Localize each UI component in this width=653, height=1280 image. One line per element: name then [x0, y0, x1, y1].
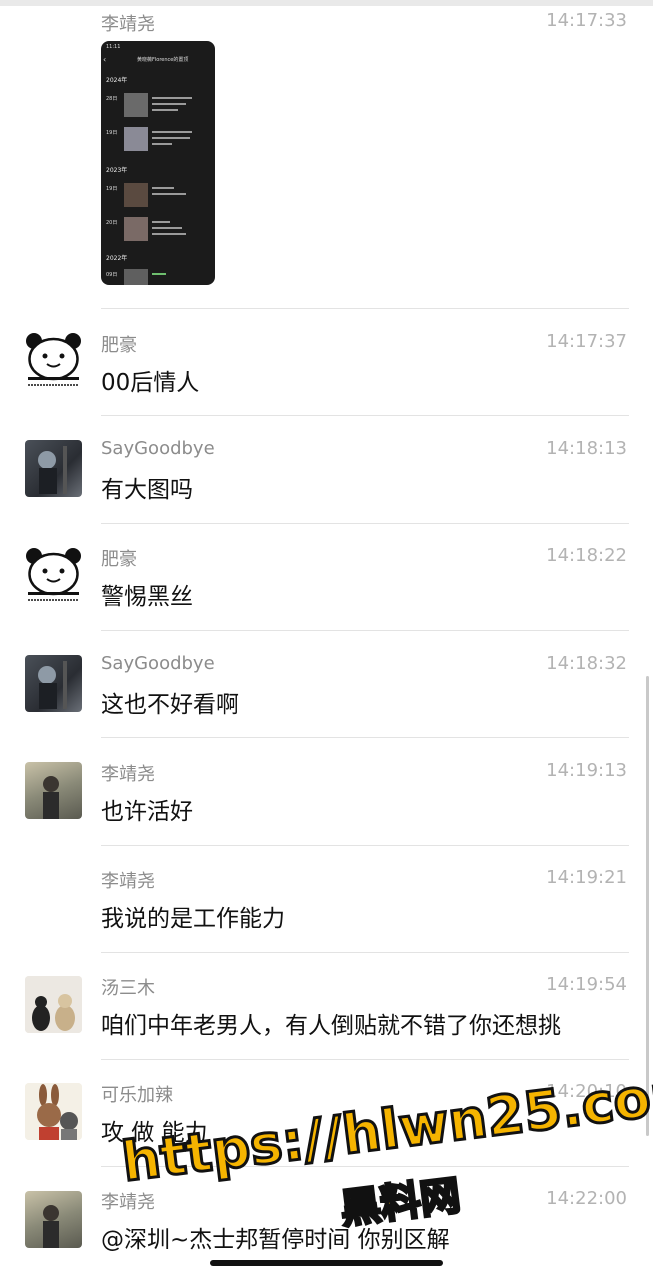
screenshot-status-time: 11:11 — [106, 44, 121, 50]
sender-name: 李靖尧 — [101, 871, 155, 892]
screenshot-entry: 28日 — [106, 93, 210, 121]
message-time: 14:18:13 — [546, 438, 627, 459]
screenshot-entry: 19日 — [106, 183, 210, 211]
message-text: 我说的是工作能力 — [101, 906, 285, 932]
screenshot-year: 2024年 — [106, 77, 128, 84]
message-item: 李靖尧 14:19:21 我说的是工作能力 — [0, 846, 653, 952]
message-item: 汤三木 14:19:54 咱们中年老男人，有人倒贴就不错了你还想挑 — [0, 953, 653, 1059]
panda-icon[interactable] — [25, 547, 82, 604]
screenshot-entry: 19日 — [106, 127, 210, 155]
cat-avatar[interactable] — [25, 976, 82, 1033]
panda-icon[interactable] — [25, 332, 82, 389]
back-arrow-icon: ‹ — [103, 55, 107, 64]
message-text: 警惕黑丝 — [101, 584, 193, 610]
sender-name: 李靖尧 — [101, 764, 155, 785]
sender-name: SayGoodbye — [101, 438, 215, 459]
home-indicator[interactable] — [210, 1260, 443, 1266]
screenshot-year: 2022年 — [106, 255, 128, 262]
message-item: 李靖尧 14:19:13 也许活好 — [0, 738, 653, 844]
message-item: 李靖尧 14:22:00 @深圳~杰士邦暂停时间 你别区解 — [0, 1167, 653, 1273]
sender-name: 汤三木 — [101, 978, 155, 999]
message-text: 00后情人 — [101, 370, 200, 396]
message-item: 肥豪 14:17:37 00后情人 — [0, 309, 653, 415]
shared-screenshot-image[interactable]: 11:11 ‹ 黄晓薇Florence的置顶 2024年 28日 19日 202… — [101, 41, 215, 285]
photo-avatar[interactable] — [25, 440, 82, 497]
screenshot-entry: 09日 — [106, 269, 210, 285]
photo-avatar[interactable] — [25, 762, 82, 819]
message-time: 14:19:21 — [546, 867, 627, 888]
message-text: 有大图吗 — [101, 477, 193, 503]
message-time: 14:18:32 — [546, 653, 627, 674]
message-text: 这也不好看啊 — [101, 692, 239, 718]
sender-name: 肥豪 — [101, 335, 137, 356]
message-time: 14:18:22 — [546, 545, 627, 566]
screenshot-entry: 20日 — [106, 217, 210, 245]
message-time: 14:17:37 — [546, 331, 627, 352]
message-time: 14:17:33 — [546, 10, 627, 31]
message-text: 也许活好 — [101, 799, 193, 825]
message-time: 14:19:54 — [546, 974, 627, 995]
message-time: 14:19:13 — [546, 760, 627, 781]
cartoon-avatar[interactable] — [25, 1083, 82, 1140]
sender-name: 肥豪 — [101, 549, 137, 570]
message-item: SayGoodbye 14:18:32 这也不好看啊 — [0, 631, 653, 737]
sender-name: 李靖尧 — [101, 14, 155, 35]
sender-name: SayGoodbye — [101, 653, 215, 674]
message-item: 肥豪 14:18:22 警惕黑丝 — [0, 524, 653, 630]
screenshot-year: 2023年 — [106, 167, 128, 174]
message-item: SayGoodbye 14:18:13 有大图吗 — [0, 416, 653, 522]
photo-avatar[interactable] — [25, 655, 82, 712]
message-time: 14:22:00 — [546, 1188, 627, 1209]
message-item: 李靖尧 14:17:33 11:11 ‹ 黄晓薇Florence的置顶 2024… — [0, 0, 653, 308]
photo-avatar[interactable] — [25, 1191, 82, 1248]
screenshot-title: 黄晓薇Florence的置顶 — [137, 57, 189, 63]
message-text: 咱们中年老男人，有人倒贴就不错了你还想挑 — [101, 1013, 561, 1039]
sender-name: 可乐加辣 — [101, 1085, 173, 1106]
